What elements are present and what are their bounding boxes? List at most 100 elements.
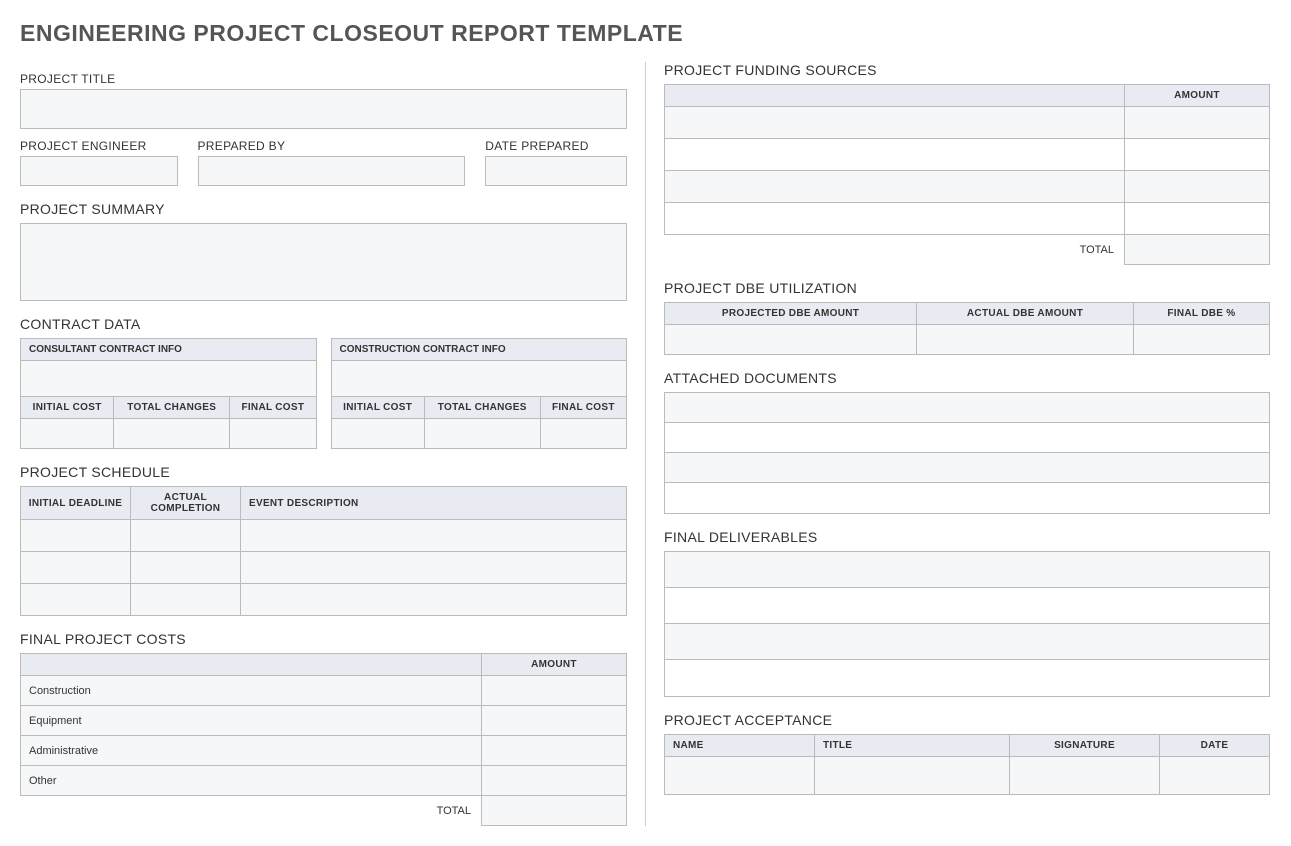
funding-source-1[interactable] bbox=[665, 107, 1125, 139]
construction-initial-cost-header: INITIAL COST bbox=[331, 397, 424, 419]
finalcosts-row-0-label: Construction bbox=[21, 676, 482, 706]
attached-documents-label: ATTACHED DOCUMENTS bbox=[664, 370, 1270, 386]
dbe-table: PROJECTED DBE AMOUNT ACTUAL DBE AMOUNT F… bbox=[664, 302, 1270, 355]
acceptance-title-input[interactable] bbox=[815, 757, 1010, 795]
sched-completion-1[interactable] bbox=[131, 520, 241, 552]
funding-sources-label: PROJECT FUNDING SOURCES bbox=[664, 62, 1270, 78]
projected-dbe-header: PROJECTED DBE AMOUNT bbox=[665, 303, 917, 325]
funding-total-label: TOTAL bbox=[665, 235, 1125, 265]
acceptance-date-header: DATE bbox=[1160, 735, 1270, 757]
sched-deadline-1[interactable] bbox=[21, 520, 131, 552]
deliverable-2[interactable] bbox=[665, 588, 1269, 624]
left-column: PROJECT TITLE PROJECT ENGINEER PREPARED … bbox=[20, 62, 645, 826]
date-prepared-label: DATE PREPARED bbox=[485, 139, 627, 153]
project-title-label: PROJECT TITLE bbox=[20, 72, 627, 86]
construction-info-header: CONSTRUCTION CONTRACT INFO bbox=[331, 339, 627, 361]
prepared-by-label: PREPARED BY bbox=[198, 139, 466, 153]
construction-final-cost-header: FINAL COST bbox=[540, 397, 626, 419]
attached-doc-2[interactable] bbox=[665, 423, 1269, 453]
consultant-total-changes-header: TOTAL CHANGES bbox=[114, 397, 230, 419]
project-schedule-label: PROJECT SCHEDULE bbox=[20, 464, 627, 480]
finalcosts-row-3-amount[interactable] bbox=[482, 766, 627, 796]
final-dbe-pct-header: FINAL DBE % bbox=[1133, 303, 1269, 325]
deliverable-1[interactable] bbox=[665, 552, 1269, 588]
final-deliverables-list bbox=[664, 551, 1270, 697]
sched-completion-2[interactable] bbox=[131, 552, 241, 584]
prepared-by-input[interactable] bbox=[198, 156, 466, 186]
project-engineer-label: PROJECT ENGINEER bbox=[20, 139, 178, 153]
construction-info-input[interactable] bbox=[331, 361, 627, 397]
finalcosts-amount-header: AMOUNT bbox=[482, 654, 627, 676]
attached-doc-1[interactable] bbox=[665, 393, 1269, 423]
funding-source-4[interactable] bbox=[665, 203, 1125, 235]
acceptance-signature-header: SIGNATURE bbox=[1010, 735, 1160, 757]
consultant-info-input[interactable] bbox=[21, 361, 317, 397]
sched-deadline-3[interactable] bbox=[21, 584, 131, 616]
final-deliverables-label: FINAL DELIVERABLES bbox=[664, 529, 1270, 545]
actual-dbe-input[interactable] bbox=[917, 325, 1134, 355]
projected-dbe-input[interactable] bbox=[665, 325, 917, 355]
finalcosts-row-0-amount[interactable] bbox=[482, 676, 627, 706]
funding-amount-1[interactable] bbox=[1125, 107, 1270, 139]
acceptance-date-input[interactable] bbox=[1160, 757, 1270, 795]
event-description-header: EVENT DESCRIPTION bbox=[241, 487, 627, 520]
finalcosts-empty-header bbox=[21, 654, 482, 676]
attached-doc-4[interactable] bbox=[665, 483, 1269, 513]
finalcosts-row-3-label: Other bbox=[21, 766, 482, 796]
contract-data-label: CONTRACT DATA bbox=[20, 316, 627, 332]
sched-event-1[interactable] bbox=[241, 520, 627, 552]
actual-dbe-header: ACTUAL DBE AMOUNT bbox=[917, 303, 1134, 325]
sched-event-2[interactable] bbox=[241, 552, 627, 584]
funding-sources-table: AMOUNT TOTAL bbox=[664, 84, 1270, 265]
sched-completion-3[interactable] bbox=[131, 584, 241, 616]
funding-source-3[interactable] bbox=[665, 171, 1125, 203]
final-dbe-pct-input[interactable] bbox=[1133, 325, 1269, 355]
attached-documents-list bbox=[664, 392, 1270, 514]
funding-amount-3[interactable] bbox=[1125, 171, 1270, 203]
finalcosts-row-1-label: Equipment bbox=[21, 706, 482, 736]
project-engineer-input[interactable] bbox=[20, 156, 178, 186]
project-acceptance-label: PROJECT ACCEPTANCE bbox=[664, 712, 1270, 728]
actual-completion-header: ACTUAL COMPLETION bbox=[131, 487, 241, 520]
construction-initial-cost-input[interactable] bbox=[331, 419, 424, 449]
project-acceptance-table: NAME TITLE SIGNATURE DATE bbox=[664, 734, 1270, 795]
attached-doc-3[interactable] bbox=[665, 453, 1269, 483]
final-project-costs-table: AMOUNT Construction Equipment Administra… bbox=[20, 653, 627, 826]
final-project-costs-label: FINAL PROJECT COSTS bbox=[20, 631, 627, 647]
construction-contract-table: CONSTRUCTION CONTRACT INFO INITIAL COST … bbox=[331, 338, 628, 449]
funding-total-amount[interactable] bbox=[1125, 235, 1270, 265]
finalcosts-row-2-amount[interactable] bbox=[482, 736, 627, 766]
consultant-contract-table: CONSULTANT CONTRACT INFO INITIAL COST TO… bbox=[20, 338, 317, 449]
deliverable-3[interactable] bbox=[665, 624, 1269, 660]
project-schedule-table: INITIAL DEADLINE ACTUAL COMPLETION EVENT… bbox=[20, 486, 627, 616]
acceptance-name-header: NAME bbox=[665, 735, 815, 757]
initial-deadline-header: INITIAL DEADLINE bbox=[21, 487, 131, 520]
finalcosts-row-2-label: Administrative bbox=[21, 736, 482, 766]
funding-source-2[interactable] bbox=[665, 139, 1125, 171]
consultant-total-changes-input[interactable] bbox=[114, 419, 230, 449]
acceptance-signature-input[interactable] bbox=[1010, 757, 1160, 795]
date-prepared-input[interactable] bbox=[485, 156, 627, 186]
sched-deadline-2[interactable] bbox=[21, 552, 131, 584]
project-title-input[interactable] bbox=[20, 89, 627, 129]
funding-amount-2[interactable] bbox=[1125, 139, 1270, 171]
funding-amount-4[interactable] bbox=[1125, 203, 1270, 235]
project-summary-label: PROJECT SUMMARY bbox=[20, 201, 627, 217]
construction-total-changes-header: TOTAL CHANGES bbox=[424, 397, 540, 419]
finalcosts-row-1-amount[interactable] bbox=[482, 706, 627, 736]
construction-total-changes-input[interactable] bbox=[424, 419, 540, 449]
consultant-info-header: CONSULTANT CONTRACT INFO bbox=[21, 339, 317, 361]
funding-amount-header: AMOUNT bbox=[1125, 85, 1270, 107]
sched-event-3[interactable] bbox=[241, 584, 627, 616]
deliverable-4[interactable] bbox=[665, 660, 1269, 696]
consultant-final-cost-header: FINAL COST bbox=[230, 397, 316, 419]
finalcosts-total-label: TOTAL bbox=[21, 796, 482, 826]
consultant-final-cost-input[interactable] bbox=[230, 419, 316, 449]
right-column: PROJECT FUNDING SOURCES AMOUNT TOTAL PRO… bbox=[645, 62, 1270, 826]
project-summary-input[interactable] bbox=[20, 223, 627, 301]
acceptance-name-input[interactable] bbox=[665, 757, 815, 795]
construction-final-cost-input[interactable] bbox=[540, 419, 626, 449]
consultant-initial-cost-input[interactable] bbox=[21, 419, 114, 449]
finalcosts-total-amount[interactable] bbox=[482, 796, 627, 826]
page-title: ENGINEERING PROJECT CLOSEOUT REPORT TEMP… bbox=[20, 20, 1271, 47]
